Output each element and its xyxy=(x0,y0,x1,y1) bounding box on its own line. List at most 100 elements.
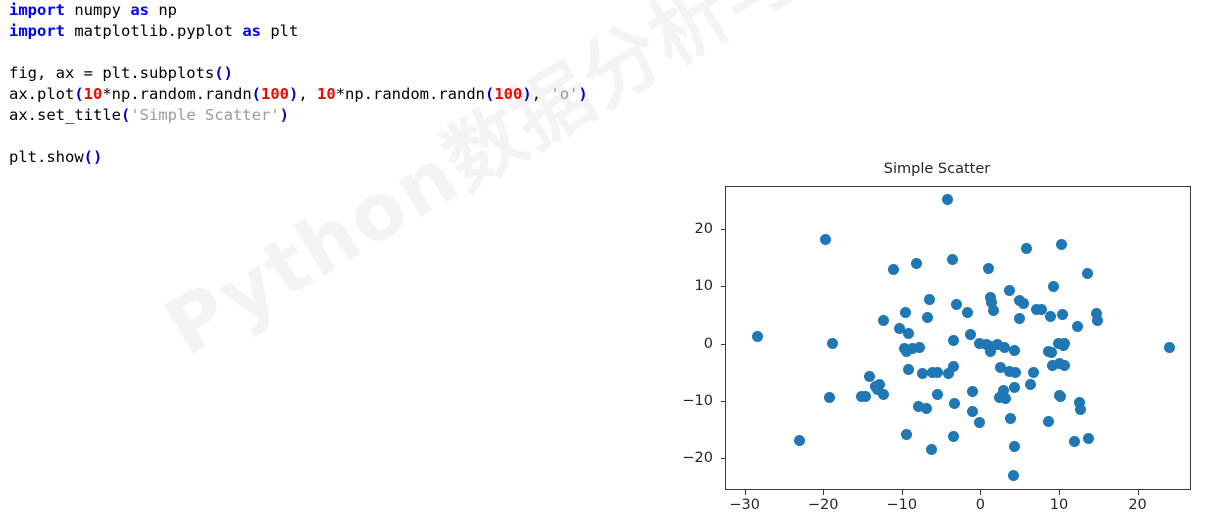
y-axis-tick-label: −10 xyxy=(682,393,713,410)
x-axis-tick xyxy=(744,490,746,495)
y-axis-tick-label: 0 xyxy=(703,335,713,352)
scatter-point xyxy=(1008,441,1020,453)
x-axis-tick xyxy=(1137,490,1139,495)
scatter-point xyxy=(924,294,936,306)
y-axis-tick xyxy=(721,401,726,403)
code-line: ax.set_title('Simple Scatter') xyxy=(0,105,800,126)
scatter-point xyxy=(1045,310,1057,322)
code-token: *np.random.randn xyxy=(335,85,485,103)
matplotlib-figure: Simple Scatter −20 −10 0 10 20 −30 −20 −10 0 10 20 xyxy=(660,150,1214,519)
code-token: import xyxy=(9,22,65,40)
x-axis-tick-label: 10 xyxy=(1049,497,1069,513)
code-token: ax.plot xyxy=(9,85,75,103)
scatter-point xyxy=(1004,285,1016,297)
x-axis-tick xyxy=(823,490,825,495)
scatter-point xyxy=(1059,360,1071,372)
code-token: ) xyxy=(279,106,289,124)
scatter-point xyxy=(1021,242,1033,254)
scatter-point xyxy=(985,346,997,358)
scatter-point xyxy=(1074,404,1086,416)
scatter-point xyxy=(946,253,958,265)
x-axis-tick-label: −10 xyxy=(886,497,918,513)
code-token: 10 xyxy=(317,85,336,103)
scatter-point xyxy=(967,385,979,397)
code-token: plt.show xyxy=(9,148,84,166)
code-token: matplotlib.pyplot xyxy=(65,22,243,40)
x-axis-tick-label: 0 xyxy=(975,497,985,513)
code-token: ) xyxy=(289,85,299,103)
scatter-point xyxy=(949,398,961,410)
code-line: ax.plot(10*np.random.randn(100), 10*np.r… xyxy=(0,84,800,105)
code-token: plt xyxy=(260,22,299,40)
scatter-point xyxy=(926,443,938,455)
code-line: fig, ax = plt.subplots() xyxy=(0,63,800,84)
scatter-point xyxy=(1055,391,1067,403)
scatter-point xyxy=(1056,239,1068,251)
code-token: *np.random.randn xyxy=(102,85,252,103)
scatter-point xyxy=(920,402,932,414)
scatter-point xyxy=(950,299,962,311)
scatter-point xyxy=(901,346,913,358)
code-token: ( xyxy=(251,85,261,103)
y-axis-tick xyxy=(721,343,726,345)
code-line: import matplotlib.pyplot as plt xyxy=(0,21,800,42)
code-token: 10 xyxy=(83,85,103,103)
scatter-point xyxy=(993,392,1005,403)
x-axis-tick-label: −30 xyxy=(729,497,760,513)
y-axis-tick xyxy=(721,458,726,460)
code-token: ax.set_title xyxy=(9,106,121,124)
code-token: 'o' xyxy=(550,85,579,103)
scatter-point xyxy=(1013,312,1025,324)
code-token: ( xyxy=(120,106,131,124)
scatter-point xyxy=(931,366,943,378)
scatter-point xyxy=(1004,412,1016,424)
code-token: ) xyxy=(522,85,532,103)
scatter-point xyxy=(1081,268,1093,280)
x-axis-tick xyxy=(901,490,903,495)
chart-title: Simple Scatter xyxy=(883,161,991,177)
scatter-point xyxy=(942,194,954,206)
scatter-point xyxy=(794,435,806,447)
scatter-point xyxy=(900,307,912,319)
code-token: import xyxy=(9,1,65,19)
scatter-point xyxy=(1024,378,1036,390)
scatter-point xyxy=(1008,344,1020,356)
code-token: as xyxy=(130,1,149,19)
scatter-point xyxy=(1069,435,1081,447)
scatter-point xyxy=(1043,416,1055,428)
scatter-point xyxy=(961,307,973,319)
x-axis-tick xyxy=(980,490,982,495)
scatter-point xyxy=(910,258,922,270)
code-token: 100 xyxy=(261,85,289,103)
x-axis-tick xyxy=(1058,490,1060,495)
code-token: ( xyxy=(74,85,84,103)
scatter-point xyxy=(819,233,831,245)
scatter-point xyxy=(1010,367,1022,379)
code-token: np xyxy=(149,1,177,19)
scatter-point xyxy=(1008,470,1020,481)
scatter-point xyxy=(982,262,994,274)
scatter-point xyxy=(987,304,999,316)
scatter-point xyxy=(1056,308,1068,320)
scatter-point xyxy=(902,328,914,340)
scatter-point xyxy=(921,311,933,323)
scatter-point xyxy=(877,314,889,326)
code-token: numpy xyxy=(65,1,131,19)
scatter-point xyxy=(901,429,913,441)
scatter-point xyxy=(902,364,914,376)
scatter-point xyxy=(1058,339,1070,351)
scatter-point xyxy=(973,416,985,428)
code-token: ) xyxy=(578,85,588,103)
scatter-point xyxy=(1082,433,1094,445)
code-token: ( xyxy=(485,85,495,103)
code-token: as xyxy=(242,22,261,40)
scatter-point xyxy=(1008,381,1020,393)
scatter-point xyxy=(751,330,763,342)
scatter-point xyxy=(887,263,899,275)
code-token: 'Simple Scatter' xyxy=(130,106,280,124)
scatter-point xyxy=(964,328,976,340)
scatter-point xyxy=(1048,280,1060,292)
y-axis-tick xyxy=(721,286,726,288)
